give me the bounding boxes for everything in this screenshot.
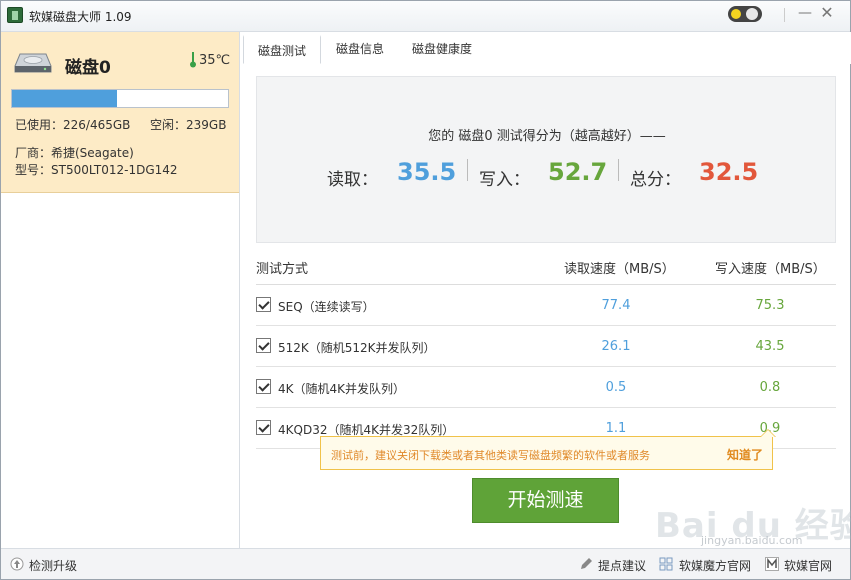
feedback-link[interactable]: 提点建议 <box>598 557 646 574</box>
watermark-domain: jingyan.baidu.com <box>701 534 803 547</box>
hard-disk-icon <box>14 53 52 73</box>
minimize-button[interactable]: — <box>794 5 816 23</box>
status-bar: 检测升级 提点建议 软媒魔方官网 软媒官网 <box>1 548 850 579</box>
app-logo-icon <box>7 7 23 23</box>
row-write-speed: 75.3 <box>755 298 785 313</box>
tab-disk-test[interactable]: 磁盘测试 <box>243 35 321 64</box>
disk-model: 型号：ST500LT012-1DG142 <box>15 163 178 177</box>
title-bar: 软媒磁盘大师 1.09 — ✕ <box>1 1 850 32</box>
score-caption: 您的 磁盘0 测试得分为（越高越好）—— <box>428 129 666 144</box>
row-test-name: 4K（随机4K并发队列） <box>278 382 406 396</box>
disk-card[interactable]: 磁盘0 35℃ 已使用：226/465GB 空闲：239GB 厂商：希捷(Sea… <box>1 32 239 193</box>
tab-disk-health[interactable]: 磁盘健康度 <box>399 35 485 64</box>
column-header-write: 写入速度（MB/S） <box>715 262 826 277</box>
read-score-label: 读取： <box>327 170 378 190</box>
column-header-read: 读取速度（MB/S） <box>564 262 675 277</box>
write-score-value: 52.7 <box>548 158 608 186</box>
row-checkbox[interactable] <box>256 338 271 353</box>
check-update-link[interactable]: 检测升级 <box>29 557 77 574</box>
table-row: 4K（随机4K并发队列） 0.5 0.8 <box>256 367 836 408</box>
column-header-method: 测试方式 <box>256 262 309 277</box>
tab-bar: 磁盘测试 磁盘信息 磁盘健康度 <box>241 32 851 64</box>
ruanmei-site-link[interactable]: 软媒官网 <box>784 557 832 574</box>
tip-popup: 测试前，建议关闭下载类或者其他类读写磁盘频繁的软件或者服务 知道了 <box>320 429 776 470</box>
disk-name: 磁盘0 <box>65 58 111 78</box>
tip-arrow <box>760 429 776 437</box>
close-button[interactable]: ✕ <box>816 5 838 23</box>
row-test-name: 512K（随机512K并发队列） <box>278 341 436 355</box>
write-score-label: 写入： <box>479 170 530 190</box>
row-test-name: SEQ（连续读写） <box>278 300 375 314</box>
total-score-value: 32.5 <box>699 158 759 186</box>
read-score-value: 35.5 <box>397 158 457 186</box>
thermometer-icon <box>190 52 196 68</box>
tip-text: 测试前，建议关闭下载类或者其他类读写磁盘频繁的软件或者服务 <box>331 449 650 462</box>
grid-icon <box>659 557 673 571</box>
row-write-speed: 43.5 <box>755 339 785 354</box>
row-read-speed: 26.1 <box>601 339 631 354</box>
row-checkbox[interactable] <box>256 379 271 394</box>
window-title: 软媒磁盘大师 1.09 <box>29 10 132 24</box>
ruanmei-logo-icon <box>765 557 779 571</box>
disk-usage-fill <box>12 90 117 107</box>
test-table-header: 测试方式 读取速度（MB/S） 写入速度（MB/S） <box>256 251 836 285</box>
row-read-speed: 1.1 <box>605 421 627 436</box>
disk-list-panel: 磁盘0 35℃ 已使用：226/465GB 空闲：239GB 厂商：希捷(Sea… <box>1 32 240 548</box>
tab-disk-info[interactable]: 磁盘信息 <box>323 35 397 64</box>
score-divider <box>618 159 619 181</box>
disk-free: 空闲：239GB <box>150 118 227 132</box>
disk-used: 已使用：226/465GB <box>15 118 131 132</box>
row-write-speed: 0.8 <box>759 380 781 395</box>
pen-icon <box>581 558 592 569</box>
row-checkbox[interactable] <box>256 297 271 312</box>
upgrade-icon <box>10 557 24 571</box>
app-window: 软媒磁盘大师 1.09 — ✕ 磁盘0 35℃ 已使用：226/465GB 空闲… <box>0 0 851 580</box>
mofang-site-link[interactable]: 软媒魔方官网 <box>679 557 751 574</box>
disk-temperature: 35℃ <box>199 53 231 68</box>
score-divider <box>467 159 468 181</box>
disk-usage-bar <box>11 89 229 108</box>
table-row: SEQ（连续读写） 77.4 75.3 <box>256 285 836 326</box>
table-row: 512K（随机512K并发队列） 26.1 43.5 <box>256 326 836 367</box>
tip-dismiss-button[interactable]: 知道了 <box>727 446 763 463</box>
row-read-speed: 77.4 <box>601 298 631 313</box>
skin-toggle-icon[interactable] <box>728 6 762 22</box>
disk-vendor: 厂商：希捷(Seagate) <box>15 146 134 160</box>
start-test-button[interactable]: 开始测速 <box>472 478 619 523</box>
row-checkbox[interactable] <box>256 420 271 435</box>
row-read-speed: 0.5 <box>605 380 627 395</box>
title-divider <box>784 8 785 22</box>
total-score-label: 总分： <box>630 170 681 190</box>
score-panel: 您的 磁盘0 测试得分为（越高越好）—— 读取： 35.5 写入： 52.7 总… <box>256 76 836 243</box>
